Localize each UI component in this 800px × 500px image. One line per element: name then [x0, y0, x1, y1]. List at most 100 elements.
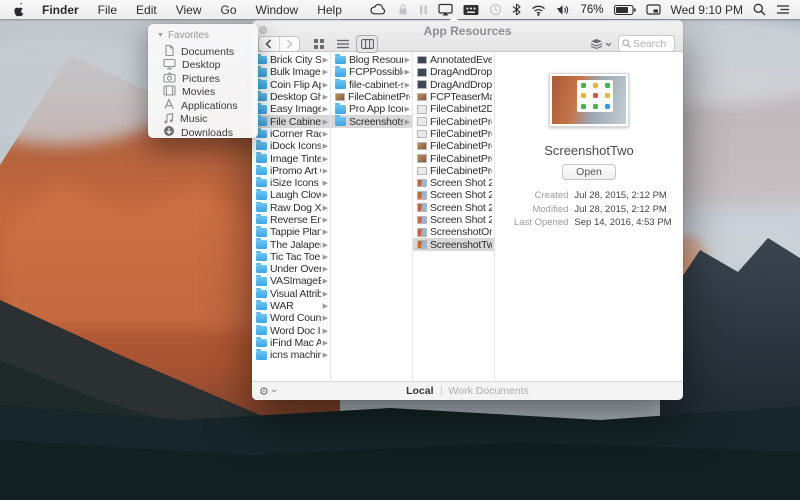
menu-clock[interactable]: Wed 9:10 PM: [671, 3, 743, 17]
list-item[interactable]: VASImageExtr...▶: [252, 275, 330, 287]
list-item[interactable]: The Jalapeno...▶: [252, 238, 330, 250]
list-item[interactable]: Easy Image Re...▶: [252, 103, 330, 115]
time-machine-icon[interactable]: [489, 3, 502, 16]
list-item[interactable]: DragAndDrop...: [413, 66, 494, 78]
list-item[interactable]: Laugh Clown▶: [252, 189, 330, 201]
detail-value: Jul 28, 2015, 2:12 PM: [574, 204, 671, 215]
displays-icon[interactable]: [646, 3, 661, 16]
column-arrow-icon: ▶: [323, 56, 328, 64]
back-button[interactable]: [259, 37, 279, 51]
preview-thumbnail[interactable]: [549, 73, 629, 127]
sidebar-item-desktop[interactable]: Desktop: [157, 59, 258, 73]
menu-finder[interactable]: Finder: [42, 3, 79, 17]
forward-button[interactable]: [279, 37, 300, 51]
list-item[interactable]: DragAndDropT...: [413, 79, 494, 91]
list-item[interactable]: Screen Shot 2...: [413, 202, 494, 214]
apple-menu-icon[interactable]: [13, 2, 26, 17]
list-item[interactable]: FileCabinetPro...: [413, 165, 494, 177]
item-name: Bulk Image Re...: [270, 66, 321, 78]
list-item[interactable]: FileCabinet2D...: [413, 103, 494, 115]
bluetooth-icon[interactable]: [512, 3, 521, 16]
list-item[interactable]: FileCabinetPro...: [413, 152, 494, 164]
list-item[interactable]: Bulk Image Re...▶: [252, 66, 330, 78]
menu-help[interactable]: Help: [317, 3, 342, 17]
column-view-button[interactable]: [356, 35, 378, 53]
list-item[interactable]: ScreenshotOne: [413, 226, 494, 238]
favorites-header[interactable]: ▼ Favorites: [157, 30, 258, 41]
list-item[interactable]: File Cabinet▶: [252, 115, 330, 127]
list-item[interactable]: Tappie Plane▶: [252, 226, 330, 238]
list-item[interactable]: Word Counter...▶: [252, 312, 330, 324]
volume-icon[interactable]: [556, 4, 570, 16]
sidebar-item-downloads[interactable]: Downloads: [157, 126, 258, 140]
menu-edit[interactable]: Edit: [136, 3, 157, 17]
list-item[interactable]: FileCabinetPro...: [413, 140, 494, 152]
battery-icon[interactable]: [614, 4, 636, 16]
menu-bar: FinderFileEditViewGoWindowHelp 76%: [0, 0, 800, 19]
action-menu-button[interactable]: ⚙: [259, 386, 277, 397]
open-button[interactable]: Open: [562, 164, 616, 180]
list-item[interactable]: ScreenshotTwo: [413, 238, 494, 250]
menu-window[interactable]: Window: [256, 3, 299, 17]
sidebar-item-music[interactable]: Music: [157, 113, 258, 127]
menu-view[interactable]: View: [176, 3, 202, 17]
sidebar-item-documents[interactable]: Documents: [157, 45, 258, 59]
list-item[interactable]: FileCabinetPro...: [331, 91, 412, 103]
list-item[interactable]: Tic Tac Toe W...▶: [252, 251, 330, 263]
sidebar-item-movies[interactable]: Movies: [157, 86, 258, 100]
list-item[interactable]: AnnotatedEve...: [413, 54, 494, 66]
list-item[interactable]: FCPTeaserMa...: [413, 91, 494, 103]
wifi-icon[interactable]: [531, 4, 546, 16]
list-item[interactable]: Image Tinter▶: [252, 152, 330, 164]
list-item[interactable]: Reverse Engin...▶: [252, 214, 330, 226]
list-item[interactable]: iPromo Art Cr...▶: [252, 165, 330, 177]
sidebar-item-applications[interactable]: Applications: [157, 99, 258, 113]
list-item[interactable]: iDock Icons▶: [252, 140, 330, 152]
lock-icon[interactable]: [397, 3, 409, 16]
list-item[interactable]: Screen Shot 2...: [413, 189, 494, 201]
folder-icon: [256, 253, 267, 262]
list-item[interactable]: iFind Mac Apps▶: [252, 337, 330, 349]
folder-icon: [335, 105, 346, 114]
list-item[interactable]: iSize Icons▶: [252, 177, 330, 189]
list-item[interactable]: FileCabinetPro...: [413, 128, 494, 140]
list-item[interactable]: Screen Shot 2...: [413, 177, 494, 189]
airplay-display-icon[interactable]: [438, 3, 453, 16]
list-item[interactable]: Desktop Ghost▶: [252, 91, 330, 103]
list-item[interactable]: Under Over▶: [252, 263, 330, 275]
arrange-button[interactable]: [586, 35, 616, 53]
list-item[interactable]: FCPPossibleTe...▶: [331, 66, 412, 78]
notification-center-icon[interactable]: [776, 4, 790, 15]
title-bar[interactable]: App Resources: [252, 20, 683, 52]
list-item[interactable]: iCorner Radius▶: [252, 128, 330, 140]
list-item[interactable]: icns machine▶: [252, 349, 330, 361]
sidebar-item-label: Documents: [181, 46, 234, 58]
folder-icon: [335, 56, 346, 65]
cloud-upload-icon[interactable]: [370, 3, 387, 16]
list-item[interactable]: Blog Resources▶: [331, 54, 412, 66]
list-item[interactable]: Word Doc Ima...▶: [252, 325, 330, 337]
item-name: WAR: [270, 300, 321, 312]
location-segment-work-documents[interactable]: Work Documents: [449, 385, 529, 397]
list-item[interactable]: Screenshots▶: [331, 115, 412, 127]
menu-go[interactable]: Go: [221, 3, 237, 17]
list-item[interactable]: Brick City Solit...▶: [252, 54, 330, 66]
list-item[interactable]: WAR▶: [252, 300, 330, 312]
list-item[interactable]: Screen Shot 2...: [413, 214, 494, 226]
list-item[interactable]: Visual Attribut...▶: [252, 288, 330, 300]
icon-view-button[interactable]: [308, 35, 330, 53]
search-input[interactable]: [633, 38, 671, 50]
location-segment-local[interactable]: Local: [406, 385, 433, 397]
list-view-button[interactable]: [332, 35, 354, 53]
spotlight-icon[interactable]: [753, 3, 766, 16]
pause-icon[interactable]: [419, 4, 428, 16]
list-item[interactable]: Coin Flip App▶: [252, 79, 330, 91]
keypad-icon[interactable]: [463, 4, 479, 16]
list-item[interactable]: file-cabinet-sv...▶: [331, 79, 412, 91]
gear-icon: ⚙: [259, 386, 269, 397]
menu-file[interactable]: File: [98, 3, 117, 17]
sidebar-item-pictures[interactable]: Pictures: [157, 72, 258, 86]
list-item[interactable]: FileCabinetPro...: [413, 115, 494, 127]
list-item[interactable]: Pro App Icon▶: [331, 103, 412, 115]
list-item[interactable]: Raw Dog XML...▶: [252, 202, 330, 214]
